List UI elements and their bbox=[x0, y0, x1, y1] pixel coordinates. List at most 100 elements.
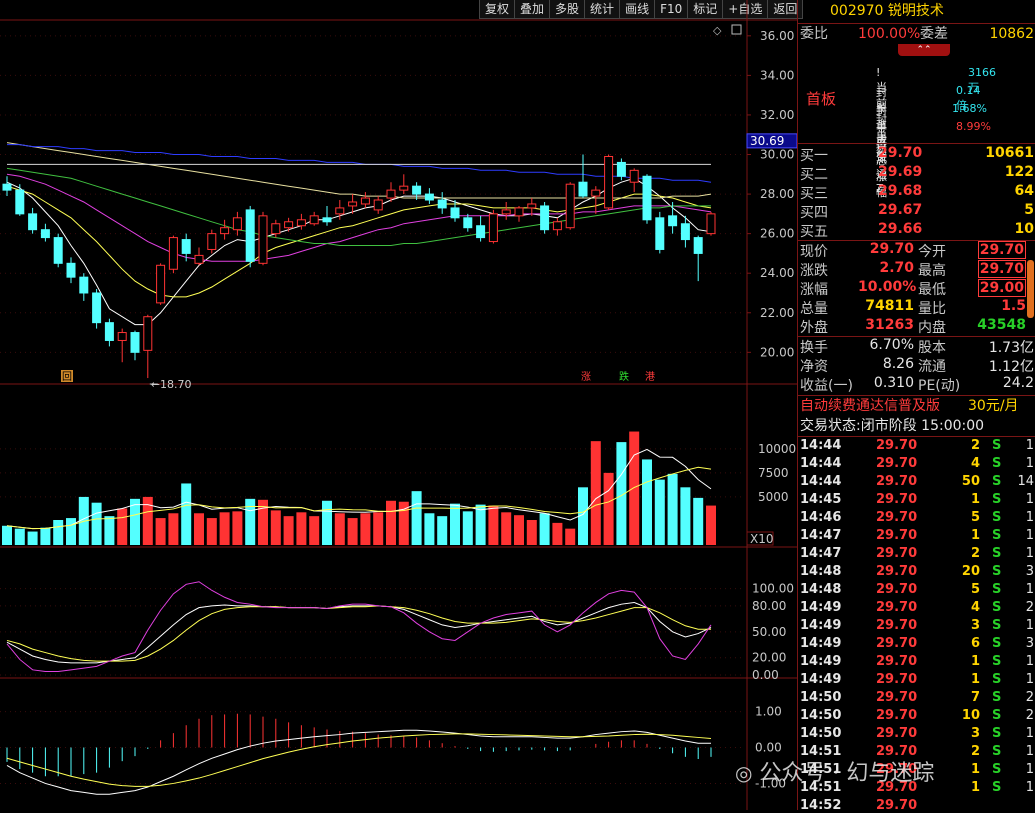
quote-label: 总量 bbox=[800, 301, 828, 317]
volume-bar bbox=[232, 511, 243, 545]
volume-bar bbox=[475, 504, 486, 545]
panel-scrollbar[interactable] bbox=[1027, 260, 1034, 318]
candle bbox=[53, 233, 63, 268]
volume-bar bbox=[386, 500, 396, 545]
candle bbox=[258, 211, 268, 266]
quote-value: 1.5 bbox=[1001, 298, 1026, 314]
fund-value: 1.73亿 bbox=[988, 340, 1034, 356]
candle bbox=[296, 213, 306, 230]
volume-bar bbox=[411, 491, 422, 545]
tick-side: S bbox=[992, 456, 1002, 471]
tick-side: S bbox=[992, 492, 1002, 507]
bid-label: 买五 bbox=[800, 224, 828, 240]
tick-count: 1 bbox=[1025, 726, 1034, 741]
fund-value: 24.2 bbox=[1002, 375, 1034, 391]
tick-count: 1 bbox=[1025, 528, 1034, 543]
badge-return[interactable]: 回 bbox=[62, 371, 72, 383]
tick-count: 1 bbox=[1025, 618, 1034, 633]
tick-price: 29.70 bbox=[876, 600, 918, 615]
tick-count: 2 bbox=[1025, 708, 1034, 723]
tick-time: 14:49 bbox=[800, 600, 842, 615]
quote-label: 最高 bbox=[918, 263, 946, 279]
promo-banner[interactable]: 自动续费通达信普及版 30元/月 bbox=[798, 397, 1035, 416]
tick-volume: 50 bbox=[961, 474, 980, 489]
volume-bar bbox=[514, 515, 524, 545]
bid-volume: 5 bbox=[1024, 202, 1034, 218]
candle bbox=[591, 186, 601, 214]
quote-value: 2.70 bbox=[879, 260, 914, 276]
quote-label: 现价 bbox=[800, 244, 828, 260]
bid-price: 29.69 bbox=[878, 164, 923, 180]
kdj-tick-label: 20.00 bbox=[752, 651, 786, 665]
candle bbox=[424, 188, 434, 204]
candle bbox=[412, 182, 422, 201]
stock-name: 锐明技术 bbox=[887, 3, 944, 19]
tick-count: 3 bbox=[1025, 636, 1034, 651]
kdj-tick-label: 100.00 bbox=[752, 582, 794, 596]
volume-bar bbox=[270, 510, 281, 545]
fund-value: 8.26 bbox=[882, 356, 914, 372]
tick-side: S bbox=[992, 654, 1002, 669]
bid-price: 29.68 bbox=[878, 183, 923, 199]
candle bbox=[360, 192, 370, 208]
diamond-icon[interactable]: ◇ bbox=[713, 24, 722, 37]
tick-side: S bbox=[992, 726, 1002, 741]
tick-time: 14:52 bbox=[800, 798, 842, 813]
badge-down[interactable]: 跌 bbox=[619, 370, 629, 383]
tick-time: 14:49 bbox=[800, 654, 842, 669]
fund-value: 0.310 bbox=[873, 375, 914, 391]
tick-volume: 2 bbox=[970, 438, 980, 453]
candle bbox=[706, 211, 716, 236]
tick-time: 14:44 bbox=[800, 438, 842, 453]
badge-hk[interactable]: 港 bbox=[645, 371, 655, 383]
seal-value: 8.99% bbox=[956, 120, 991, 133]
tick-volume: 1 bbox=[970, 492, 980, 507]
candle bbox=[220, 219, 230, 240]
bid-label: 买三 bbox=[800, 186, 828, 202]
tick-time: 14:45 bbox=[800, 492, 842, 507]
bid-price: 29.67 bbox=[878, 202, 923, 218]
watermark-text: 公众号 · 幻与迷踪 bbox=[759, 761, 935, 786]
tick-price: 29.70 bbox=[876, 564, 918, 579]
weibi-row: 委比 100.00% 委差 10862 bbox=[798, 25, 1035, 44]
tick-side: S bbox=[992, 636, 1002, 651]
tick-price: 29.70 bbox=[876, 474, 918, 489]
candle bbox=[92, 289, 102, 329]
tick-side: S bbox=[992, 582, 1002, 597]
candle bbox=[143, 314, 153, 379]
candle bbox=[40, 223, 50, 242]
candle bbox=[642, 174, 652, 224]
candle bbox=[194, 247, 204, 266]
candle bbox=[232, 211, 242, 236]
kdj-line-k bbox=[6, 601, 712, 664]
quote-value: 10.00% bbox=[858, 279, 917, 295]
tick-volume: 7 bbox=[970, 690, 980, 705]
candle bbox=[181, 233, 191, 262]
tick-volume: 1 bbox=[970, 654, 980, 669]
volume-bar bbox=[53, 520, 64, 545]
tick-side: S bbox=[992, 474, 1002, 489]
tick-count: 1 bbox=[1025, 582, 1034, 597]
volume-bar bbox=[437, 516, 448, 545]
quote-panel: 002970 锐明技术 委比 100.00% 委差 10862 ⌃⌃ 首板 ! … bbox=[797, 0, 1035, 813]
window-icon[interactable] bbox=[731, 24, 742, 35]
candle bbox=[655, 211, 665, 254]
volume-bar bbox=[219, 512, 230, 545]
tick-count: 1 bbox=[1025, 438, 1034, 453]
candle bbox=[399, 174, 409, 195]
fund-value: 1.12亿 bbox=[988, 359, 1034, 375]
stock-chart[interactable]: 36.00 34.00 32.00 30.00 28.00 26.00 24.00 22.00… bbox=[0, 0, 797, 810]
candle bbox=[284, 217, 294, 232]
tick-time: 14:48 bbox=[800, 564, 842, 579]
quote-label: 外盘 bbox=[800, 320, 828, 336]
collapse-toggle[interactable]: ⌃⌃ bbox=[898, 44, 950, 56]
volume-bar bbox=[91, 502, 102, 545]
macd-tick-label: 1.00 bbox=[755, 705, 782, 719]
tick-volume: 20 bbox=[961, 564, 980, 579]
tick-count: 1 bbox=[1025, 654, 1034, 669]
price-tick-label: 20.00 bbox=[760, 345, 794, 359]
quote-label: 涨幅 bbox=[800, 282, 828, 298]
badge-up[interactable]: 涨 bbox=[581, 371, 591, 383]
tick-count: 2 bbox=[1025, 600, 1034, 615]
tick-price: 29.70 bbox=[876, 582, 918, 597]
